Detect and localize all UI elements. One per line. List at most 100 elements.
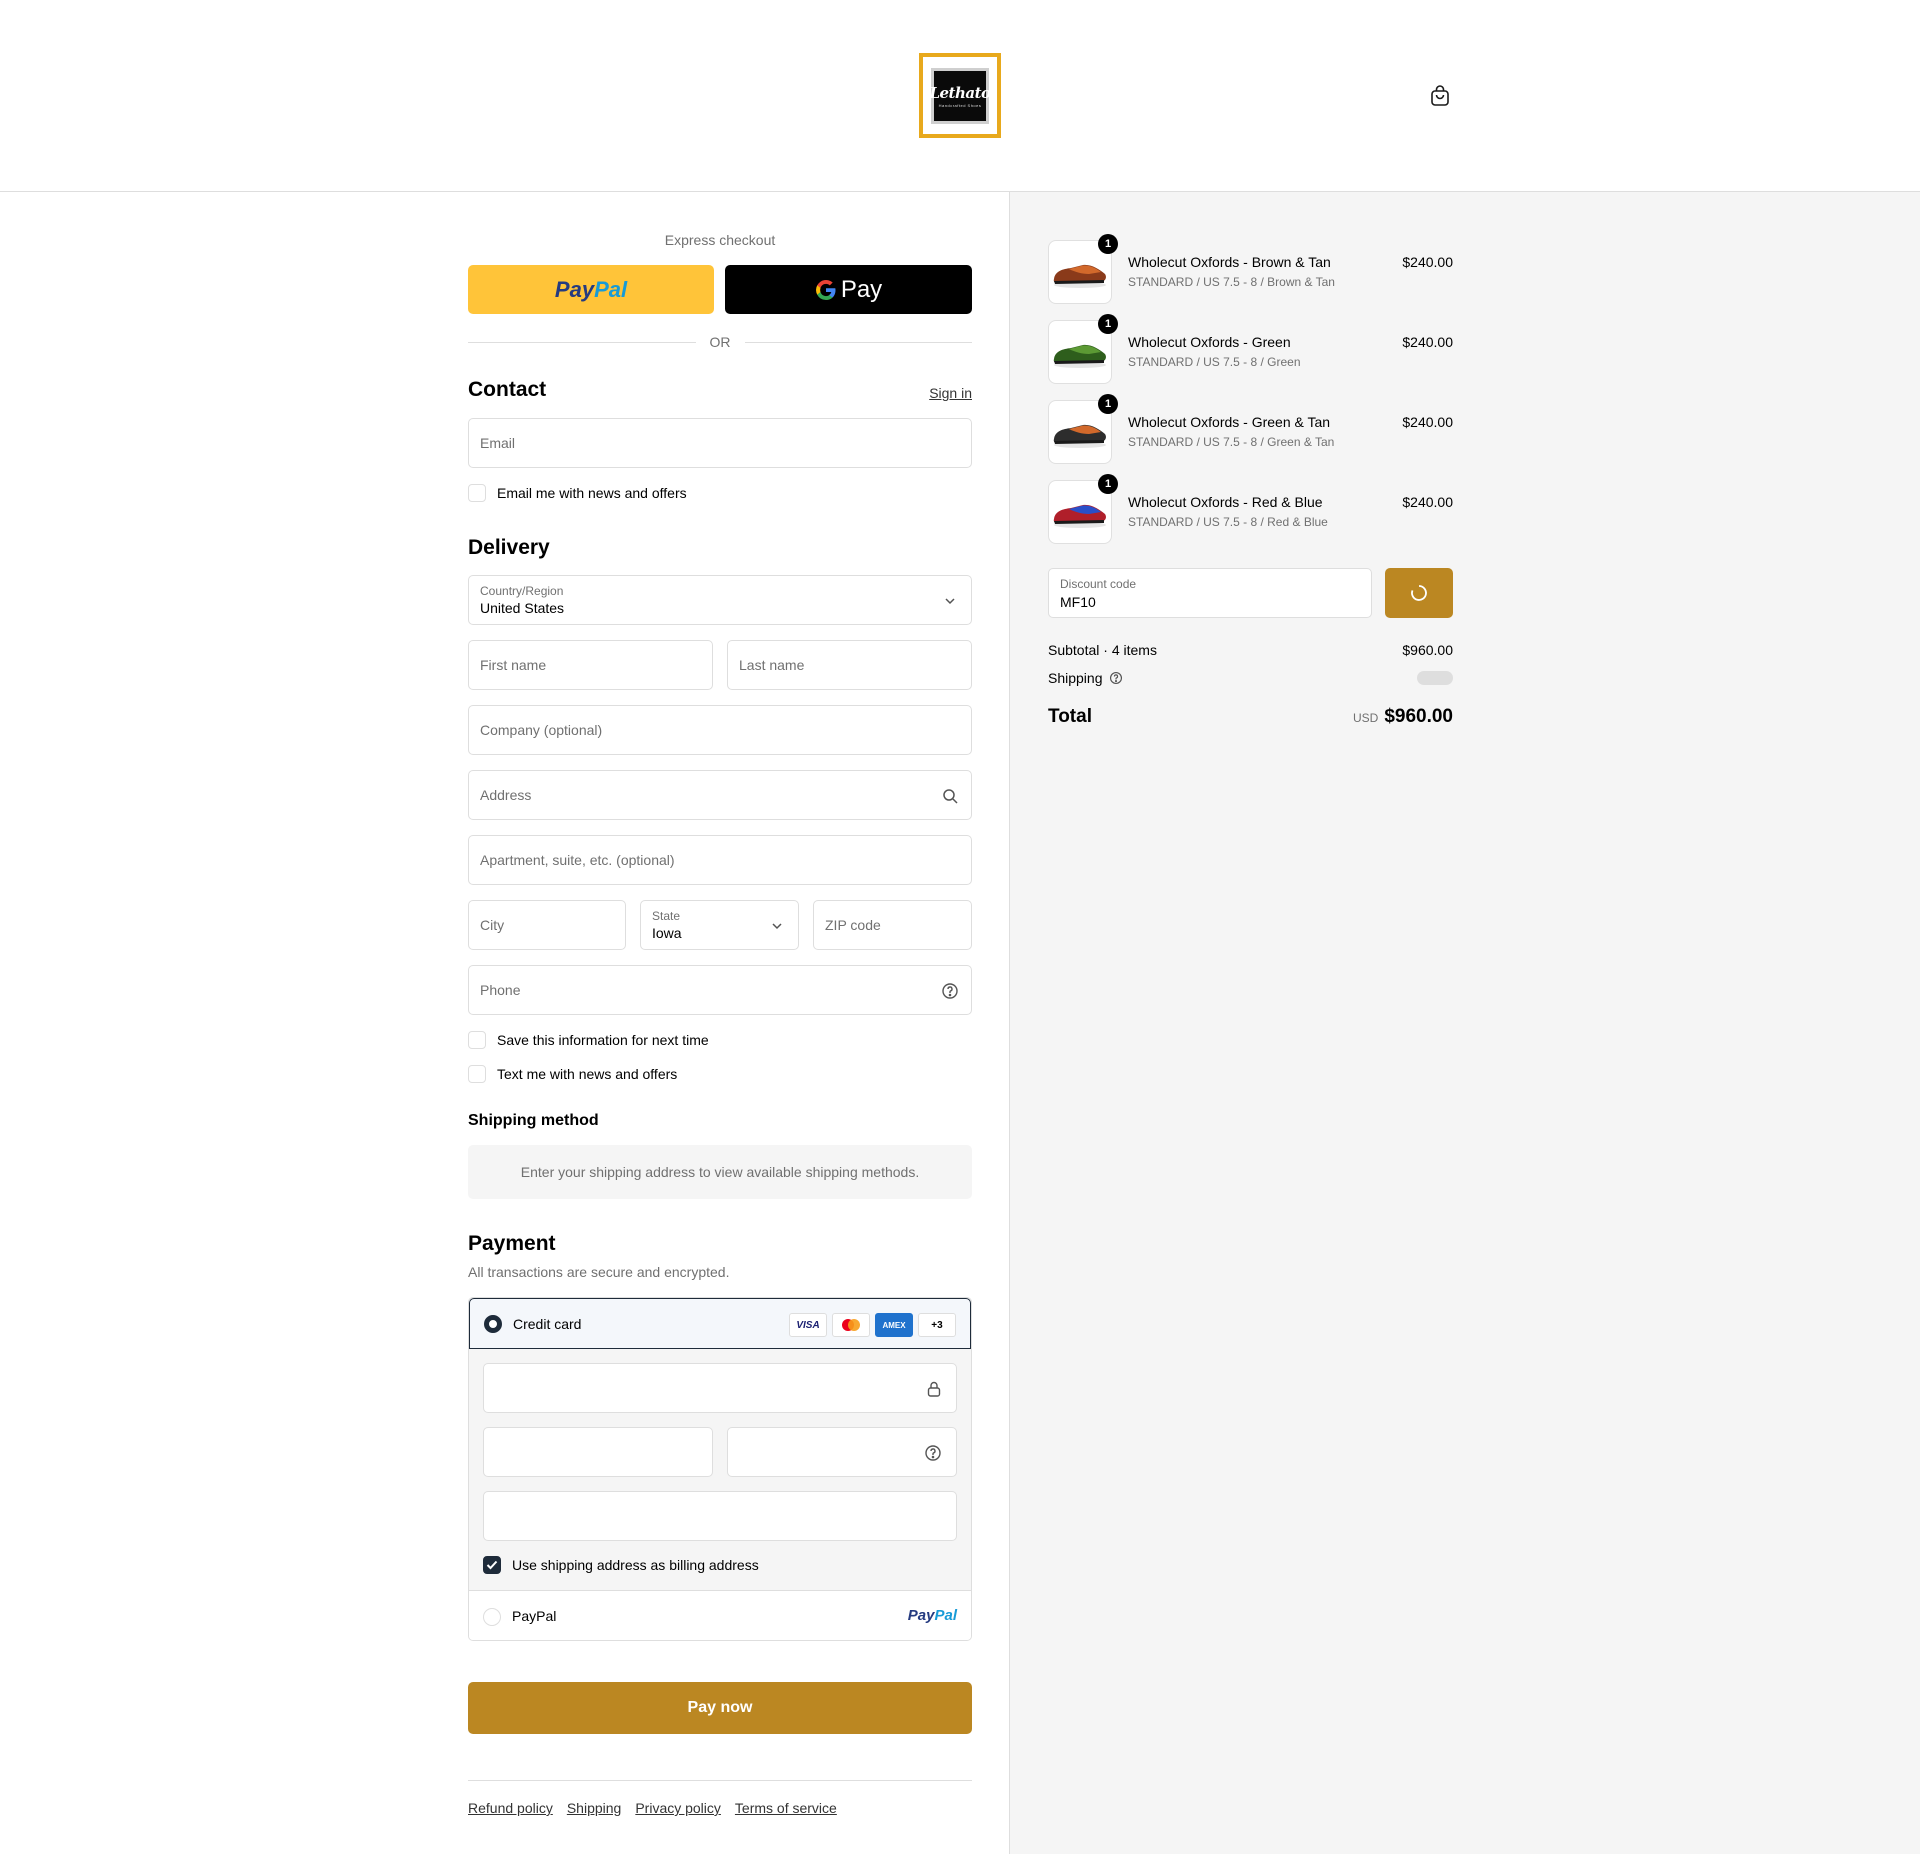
company-field[interactable]: Company (optional) (468, 705, 972, 755)
subtotal-label: Subtotal · 4 items (1048, 642, 1157, 658)
google-pay-label: Pay (840, 275, 883, 303)
order-item: 1 Wholecut Oxfords - Green STANDARD / US… (1048, 314, 1453, 384)
company-placeholder: Company (optional) (480, 722, 603, 738)
payment-heading: Payment (468, 1232, 556, 1255)
item-title: Wholecut Oxfords - Green & Tan (1128, 414, 1331, 430)
item-title: Wholecut Oxfords - Green (1128, 334, 1291, 350)
card-number-field[interactable] (483, 1363, 957, 1413)
help-circle-icon[interactable] (1109, 671, 1123, 685)
quantity-badge: 1 (1098, 394, 1118, 414)
privacy-policy-link[interactable]: Privacy policy (635, 1800, 721, 1816)
amex-icon: AMEX (875, 1313, 913, 1337)
email-news-checkbox[interactable] (468, 484, 486, 502)
billing-same-checkbox[interactable] (483, 1556, 501, 1574)
address-field[interactable]: Address (468, 770, 972, 820)
item-title: Wholecut Oxfords - Red & Blue (1128, 494, 1323, 510)
shipping-label: Shipping (1048, 670, 1103, 686)
order-item: 1 Wholecut Oxfords - Brown & Tan STANDAR… (1048, 234, 1453, 304)
state-value: Iowa (652, 925, 682, 941)
phone-field[interactable]: Phone (468, 965, 972, 1015)
email-news-label: Email me with news and offers (497, 485, 687, 501)
discount-code-field[interactable]: Discount code MF10 (1048, 568, 1372, 618)
shopping-bag-icon[interactable] (1430, 85, 1450, 107)
paypal-logo-part: Pal (594, 276, 628, 302)
item-variant: STANDARD / US 7.5 - 8 / Green (1128, 355, 1301, 369)
subtotal-row: Subtotal · 4 items $960.00 (1048, 642, 1453, 658)
discount-value: MF10 (1060, 594, 1096, 610)
logo-subtext: Handcrafted Shoes (938, 102, 982, 108)
country-value: United States (480, 600, 565, 616)
subtotal-value: $960.00 (1402, 642, 1453, 658)
zip-placeholder: ZIP code (825, 917, 881, 933)
footer-links: Refund policy Shipping Privacy policy Te… (468, 1800, 837, 1816)
shipping-method-info: Enter your shipping address to view avai… (468, 1145, 972, 1199)
item-price: $240.00 (1402, 254, 1453, 270)
refund-policy-link[interactable]: Refund policy (468, 1800, 553, 1816)
email-field[interactable]: Email (468, 418, 972, 468)
discount-label: Discount code (1060, 577, 1137, 591)
order-item: 1 Wholecut Oxfords - Green & Tan STANDAR… (1048, 394, 1453, 464)
email-news-option[interactable]: Email me with news and offers (468, 484, 687, 502)
terms-of-service-link[interactable]: Terms of service (735, 1800, 837, 1816)
chevron-down-icon (945, 598, 955, 605)
card-name-field[interactable] (483, 1491, 957, 1541)
credit-card-form: Use shipping address as billing address (469, 1349, 971, 1591)
paypal-radio[interactable] (483, 1608, 501, 1626)
or-divider: OR (468, 332, 972, 352)
contact-heading: Contact (468, 378, 547, 401)
pay-now-button[interactable]: Pay now (468, 1682, 972, 1734)
item-variant: STANDARD / US 7.5 - 8 / Brown & Tan (1128, 275, 1335, 289)
or-label: OR (709, 334, 731, 350)
quantity-badge: 1 (1098, 314, 1118, 334)
card-expiry-field[interactable] (483, 1427, 713, 1477)
paypal-logo-part: Pay (554, 276, 595, 302)
sign-in-link[interactable]: Sign in (929, 385, 972, 401)
paypal-logo: PayPal (907, 1607, 957, 1624)
express-checkout-label: Express checkout (664, 232, 776, 248)
card-cvv-field[interactable] (727, 1427, 957, 1477)
credit-card-radio[interactable] (484, 1315, 502, 1333)
city-placeholder: City (480, 917, 505, 933)
payment-subtitle: All transactions are secure and encrypte… (468, 1264, 730, 1280)
help-circle-icon[interactable] (941, 982, 959, 1000)
logo-text: Lethato (929, 83, 991, 102)
header: Lethato Handcrafted Shoes (0, 0, 1920, 192)
address-placeholder: Address (480, 787, 532, 803)
search-icon (943, 789, 958, 804)
lock-icon (927, 1381, 941, 1397)
last-name-placeholder: Last name (739, 657, 805, 673)
zip-field[interactable]: ZIP code (813, 900, 972, 950)
apply-discount-button[interactable] (1385, 568, 1453, 618)
store-logo[interactable]: Lethato Handcrafted Shoes (919, 53, 1001, 138)
state-select[interactable]: State Iowa (640, 900, 799, 950)
first-name-field[interactable]: First name (468, 640, 713, 690)
shipping-method-heading: Shipping method (468, 1112, 599, 1129)
total-row: Total USD $960.00 (1048, 706, 1453, 728)
country-label: Country/Region (480, 584, 564, 598)
item-title: Wholecut Oxfords - Brown & Tan (1128, 254, 1331, 270)
item-price: $240.00 (1402, 414, 1453, 430)
save-info-label: Save this information for next time (497, 1032, 709, 1048)
save-info-option[interactable]: Save this information for next time (468, 1031, 709, 1049)
shipping-value-loading (1417, 671, 1453, 685)
text-offers-checkbox[interactable] (468, 1065, 486, 1083)
email-placeholder: Email (480, 435, 516, 451)
phone-placeholder: Phone (480, 982, 521, 998)
paypal-express-button[interactable]: Pay Pal (468, 265, 714, 314)
save-info-checkbox[interactable] (468, 1031, 486, 1049)
chevron-down-icon (772, 923, 782, 930)
credit-card-option[interactable]: Credit card VISA AMEX +3 (469, 1298, 971, 1349)
logo-mark: Lethato Handcrafted Shoes (929, 67, 991, 124)
shipping-policy-link[interactable]: Shipping (567, 1800, 622, 1816)
billing-same-option[interactable]: Use shipping address as billing address (483, 1556, 759, 1574)
help-circle-icon[interactable] (924, 1444, 942, 1462)
apartment-field[interactable]: Apartment, suite, etc. (optional) (468, 835, 972, 885)
country-select[interactable]: Country/Region United States (468, 575, 972, 625)
google-pay-button[interactable]: Pay (725, 265, 972, 314)
total-value: $960.00 (1384, 706, 1453, 727)
last-name-field[interactable]: Last name (727, 640, 972, 690)
quantity-badge: 1 (1098, 234, 1118, 254)
city-field[interactable]: City (468, 900, 626, 950)
text-offers-option[interactable]: Text me with news and offers (468, 1065, 677, 1083)
paypal-option[interactable]: PayPal PayPal (469, 1592, 971, 1640)
